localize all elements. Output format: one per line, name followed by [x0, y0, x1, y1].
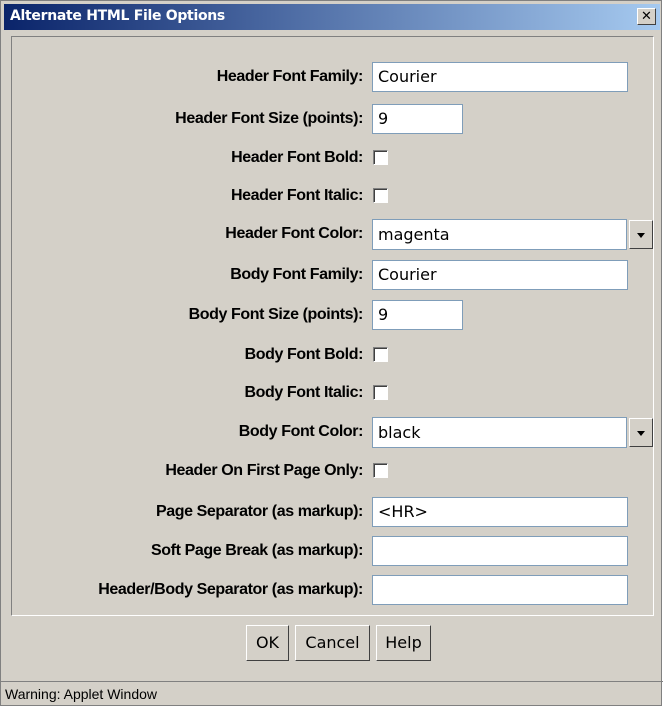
chevron-down-icon [637, 431, 645, 436]
body-font-bold-label: Body Font Bold: [244, 346, 364, 363]
soft-page-break-label: Soft Page Break (as markup): [151, 542, 363, 559]
body-font-bold-checkbox[interactable] [373, 347, 388, 362]
help-button[interactable]: Help [376, 625, 431, 661]
row-header-first-page-only: Header On First Page Only: [12, 456, 653, 486]
row-page-separator: Page Separator (as markup): <HR> [12, 497, 653, 527]
button-bar: OK Cancel Help [1, 625, 663, 665]
row-body-font-italic: Body Font Italic: [12, 378, 653, 408]
page-separator-input[interactable]: <HR> [372, 497, 628, 527]
row-header-font-color: Header Font Color: magenta [12, 219, 653, 250]
header-body-separator-input[interactable] [372, 575, 628, 605]
soft-page-break-input[interactable] [372, 536, 628, 566]
header-font-italic-checkbox[interactable] [373, 188, 388, 203]
header-first-page-only-label: Header On First Page Only: [165, 462, 363, 479]
window-title: Alternate HTML File Options [10, 8, 225, 24]
row-body-font-bold: Body Font Bold: [12, 340, 653, 370]
status-bar: Warning: Applet Window [1, 681, 663, 707]
header-font-size-label: Header Font Size (points): [175, 110, 363, 127]
close-icon: ✕ [641, 9, 652, 24]
row-body-font-family: Body Font Family: Courier [12, 260, 653, 290]
row-header-font-bold: Header Font Bold: [12, 143, 653, 173]
body-font-family-input[interactable]: Courier [372, 260, 628, 290]
title-bar[interactable]: Alternate HTML File Options ✕ [4, 4, 660, 30]
page-separator-label: Page Separator (as markup): [155, 503, 363, 520]
header-font-color-dropdown-button[interactable] [629, 220, 653, 249]
header-font-size-input[interactable]: 9 [372, 104, 463, 134]
body-font-italic-label: Body Font Italic: [244, 384, 363, 401]
body-font-color-select[interactable]: black [372, 417, 627, 448]
header-font-bold-checkbox[interactable] [373, 150, 388, 165]
body-font-size-input[interactable]: 9 [372, 300, 463, 330]
header-font-color-select[interactable]: magenta [372, 219, 627, 250]
body-font-italic-checkbox[interactable] [373, 385, 388, 400]
dialog-window: Alternate HTML File Options ✕ Header Fon… [0, 0, 663, 707]
chevron-down-icon [637, 233, 645, 238]
options-panel: Header Font Family: Courier Header Font … [11, 36, 654, 616]
header-font-color-label: Header Font Color: [225, 225, 363, 242]
row-header-font-family: Header Font Family: Courier [12, 62, 653, 92]
row-body-font-size: Body Font Size (points): 9 [12, 300, 653, 330]
ok-button[interactable]: OK [246, 625, 289, 661]
header-body-separator-label: Header/Body Separator (as markup): [98, 581, 363, 598]
body-font-color-label: Body Font Color: [238, 423, 364, 440]
header-font-bold-label: Header Font Bold: [231, 149, 363, 166]
body-font-family-label: Body Font Family: [230, 266, 363, 283]
body-font-color-dropdown-button[interactable] [629, 418, 653, 447]
header-font-family-input[interactable]: Courier [372, 62, 628, 92]
row-header-body-separator: Header/Body Separator (as markup): [12, 575, 653, 605]
row-header-font-size: Header Font Size (points): 9 [12, 104, 653, 134]
row-soft-page-break: Soft Page Break (as markup): [12, 536, 653, 566]
row-body-font-color: Body Font Color: black [12, 417, 653, 448]
body-font-size-label: Body Font Size (points): [188, 306, 364, 323]
cancel-button[interactable]: Cancel [295, 625, 370, 661]
row-header-font-italic: Header Font Italic: [12, 181, 653, 211]
header-font-family-label: Header Font Family: [216, 68, 364, 85]
header-first-page-only-checkbox[interactable] [373, 463, 388, 478]
close-button[interactable]: ✕ [637, 8, 656, 25]
header-font-italic-label: Header Font Italic: [231, 187, 363, 204]
